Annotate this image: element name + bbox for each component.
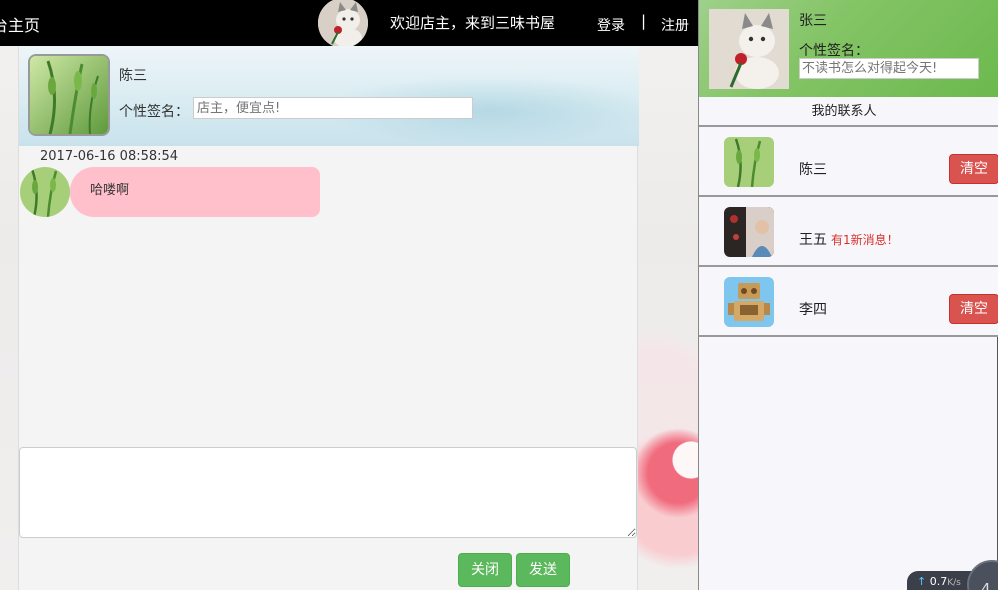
contact-item[interactable]: 李四 清空 (699, 267, 998, 337)
contact-avatar (724, 137, 774, 187)
portrait-icon (724, 207, 774, 257)
message-bubble: 哈喽啊 (70, 167, 320, 217)
message-avatar (20, 167, 70, 217)
grass-icon (724, 137, 774, 187)
contacts-title: 我的联系人 (699, 97, 998, 127)
clear-button[interactable]: 清空 (949, 294, 998, 324)
cat-icon (709, 9, 789, 89)
net-speed-value: 0.7 (929, 575, 948, 588)
signature-label: 个性签名： (119, 104, 189, 120)
robot-icon (724, 277, 774, 327)
login-link[interactable]: 登录 (597, 15, 625, 35)
contact-name: 李四 (799, 302, 827, 318)
new-message-badge: 有1新消息！ (831, 233, 899, 247)
grass-icon (30, 56, 108, 134)
net-speed-unit: K/s (947, 578, 961, 588)
contact-avatar (724, 207, 774, 257)
user-profile-header: 张三 个性签名： (699, 0, 998, 97)
contact-signature-field[interactable] (193, 97, 473, 119)
contact-name: 王五 (799, 232, 827, 248)
contact-name: 陈三 (799, 162, 827, 178)
close-button[interactable]: 关闭 (458, 553, 512, 587)
shop-avatar (318, 0, 368, 48)
contact-item[interactable]: 王五 有1新消息！ (699, 197, 998, 267)
contacts-panel: 张三 个性签名： 我的联系人 陈三 清空 (698, 0, 998, 590)
send-button[interactable]: 发送 (516, 553, 570, 587)
contact-avatar (28, 54, 110, 136)
chat-header: 陈三 个性签名： (19, 46, 639, 146)
contact-avatar (724, 277, 774, 327)
cat-icon (318, 0, 368, 48)
register-link[interactable]: 注册 (661, 15, 689, 35)
clear-button[interactable]: 清空 (949, 154, 998, 184)
welcome-text: 欢迎店主，来到三味书屋 (390, 14, 556, 32)
message-timestamp: 2017-06-16 08:58:54 (40, 149, 179, 164)
contacts-empty-area (699, 337, 998, 590)
upload-arrow-icon: ↑ (917, 575, 927, 588)
message-input[interactable] (19, 447, 637, 538)
user-signature-field[interactable] (799, 58, 979, 79)
contact-name: 陈三 (119, 68, 147, 84)
home-link[interactable]: 台主页 (0, 12, 40, 36)
contact-item[interactable]: 陈三 清空 (699, 127, 998, 197)
grass-icon (20, 167, 70, 217)
user-avatar (709, 9, 789, 89)
user-name: 张三 (799, 13, 827, 29)
top-nav-bar: 台主页 欢迎店主，来到三味书屋 登录 | 注册 (0, 0, 698, 48)
nav-separator: | (641, 12, 647, 30)
user-signature-label: 个性签名： (799, 43, 869, 59)
chat-window: 陈三 个性签名： 2017-06-16 08:58:54 哈喽啊 关闭 发送 (18, 46, 639, 590)
